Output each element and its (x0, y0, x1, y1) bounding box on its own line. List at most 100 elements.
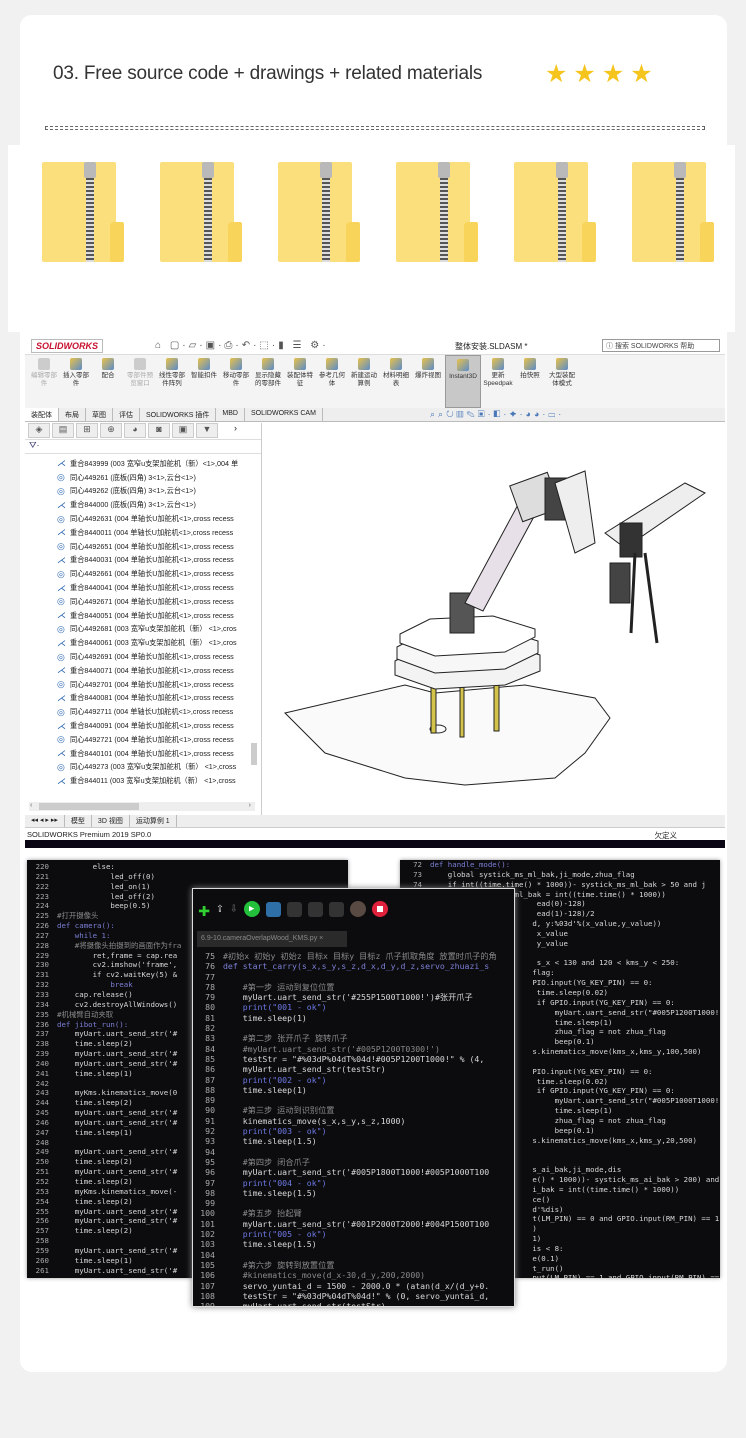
tree-item[interactable]: ◎ 同心4492711 (004 单轴长U加舵机<1>,cross recess (25, 705, 255, 719)
zip-folder-icon[interactable] (278, 162, 360, 262)
ribbon-label: 拍快照 (520, 372, 540, 379)
stop-icon[interactable] (371, 901, 388, 917)
tree-item[interactable]: ⋌ 重合8440081 (004 单轴长U加舵机<1>,cross recess (25, 692, 255, 706)
tree-item[interactable]: ⋌ 重合844000 (底板(四角) 3<1>,云台<1>) (25, 498, 255, 512)
command-tab[interactable]: MBD (216, 408, 245, 421)
tree-item[interactable]: ⋌ 重合843999 (003 宽窄u支架加舵机（新）<1>,004 单 (25, 457, 255, 471)
tree-item[interactable]: ⋌ 重合8440031 (004 单轴长U加舵机<1>,cross recess (25, 554, 255, 568)
ribbon-button[interactable]: 拍快照 (515, 355, 545, 408)
ribbon-button[interactable]: 编辑零部件 (29, 355, 59, 408)
vertical-scrollbar[interactable] (251, 743, 257, 765)
ribbon-label: 材料明细表 (383, 372, 409, 387)
command-tab[interactable]: SOLIDWORKS CAM (245, 408, 323, 421)
ribbon-button[interactable]: 配合 (93, 355, 123, 408)
property-icon[interactable]: ▤ (52, 423, 74, 438)
horizontal-scrollbar[interactable]: ‹ › (29, 802, 255, 811)
code-text: myUart.uart_send_str('# (57, 1108, 178, 1118)
bottom-tab[interactable]: 模型 (65, 815, 92, 827)
display-icon[interactable]: ◕ (124, 423, 146, 438)
tree-item[interactable]: ⋌ 重合8440051 (004 单轴长U加舵机<1>,cross recess (25, 609, 255, 623)
folder-pull (556, 162, 568, 178)
tree-item[interactable]: ⋌ 重合8440061 (003 宽窄u支架加舵机（新） <1>,cros (25, 636, 255, 650)
view-toolbar[interactable]: ⌕⌕↻▥✎▣·◧·✦·◕◕·▭· (430, 409, 564, 420)
tool-icon[interactable]: ▼ (196, 423, 218, 438)
line-number: 88 (205, 1084, 215, 1095)
cam-tree-icon[interactable]: ▣ (172, 423, 194, 438)
code-text: def handle_mode(): (430, 860, 511, 869)
tree-item[interactable]: ◎ 同心4492631 (004 单轴长U加舵机<1>,cross recess (25, 512, 255, 526)
ribbon-button[interactable]: 参考几何体 (317, 355, 347, 408)
nav-arrows[interactable]: ◂◂ ◂ ▸ ▸▸ (25, 815, 65, 827)
solidworks-logo[interactable]: SOLIDWORKS (31, 339, 103, 353)
command-tab[interactable]: 评估 (113, 408, 140, 421)
help-search-input[interactable]: ⓘ 搜索 SOLIDWORKS 帮助 (602, 339, 720, 352)
tree-item[interactable]: ⋌ 重合8440101 (004 单轴长U加舵机<1>,cross recess (25, 747, 255, 761)
ribbon-button[interactable]: 更新Speedpak (483, 355, 513, 408)
ribbon-button[interactable]: 材料明细表 (381, 355, 411, 408)
file-tab[interactable]: 6.9-10.cameraOverlapWood_KMS.py × (197, 931, 347, 947)
tree-item-label: 同心4492711 (004 单轴长U加舵机<1>,cross recess (70, 707, 234, 717)
tree-item[interactable]: ◎ 同心4492651 (004 单轴长U加舵机<1>,cross recess (25, 540, 255, 554)
new-file-icon[interactable]: ✚ (198, 899, 210, 920)
tree-item[interactable]: ◎ 同心449273 (003 宽窄u支架加舵机（新） <1>,cross (25, 761, 255, 775)
zip-folder-icon[interactable] (514, 162, 596, 262)
ribbon-label: 配合 (101, 372, 115, 379)
tree-item[interactable]: ⋌ 重合8440071 (004 单轴长U加舵机<1>,cross recess (25, 664, 255, 678)
ribbon-button[interactable]: 智能扣件 (189, 355, 219, 408)
folder-body (514, 162, 588, 262)
tree-item[interactable]: ◎ 同心4492681 (003 宽窄u支架加舵机（新） <1>,cros (25, 623, 255, 637)
tree-item[interactable]: ⋌ 重合8440041 (004 单轴长U加舵机<1>,cross recess (25, 581, 255, 595)
ribbon-button[interactable]: 大型装配体模式 (547, 355, 577, 408)
zip-folder-icon[interactable] (42, 162, 124, 262)
zip-folder-icon[interactable] (632, 162, 714, 262)
zip-folder-icon[interactable] (160, 162, 242, 262)
download-icon[interactable]: ⇩ (230, 902, 238, 915)
command-tab[interactable]: 装配体 (25, 408, 59, 421)
tree-item[interactable]: ⋌ 重合8440011 (004 单轴长U加舵机<1>,cross recess (25, 526, 255, 540)
solidworks-window: SOLIDWORKS ⌂ ▢·▱·▣·⎙·↶·⬚·▮ ☰ ⚙· 整体安装.SLD… (25, 337, 725, 848)
quick-access-toolbar[interactable]: ⌂ ▢·▱·▣·⎙·↶·⬚·▮ ☰ ⚙· (155, 340, 329, 351)
cam-icon[interactable]: ◙ (148, 423, 170, 438)
zip-folder-icon[interactable] (396, 162, 478, 262)
code-lines: 75 #初始x 初始y 初始z 目标x 目标y 目标z 爪子抓取角度 放置时爪子的… (193, 951, 514, 1306)
ribbon-button[interactable]: 移动零部件 (221, 355, 251, 408)
tree-item[interactable]: ◎ 同心4492691 (004 单轴长U加舵机<1>,cross recess (25, 650, 255, 664)
chevron-right-icon[interactable]: › (234, 423, 237, 439)
3d-viewport[interactable] (265, 423, 725, 815)
line-number: 252 (35, 1177, 49, 1186)
filter-icon[interactable]: ⛛· (25, 440, 261, 454)
command-tab[interactable]: 布局 (59, 408, 86, 421)
command-tab[interactable]: 草图 (86, 408, 113, 421)
tree-item[interactable]: ◎ 同心4492701 (004 单轴长U加舵机<1>,cross recess (25, 678, 255, 692)
tree-item[interactable]: ⋌ 重合844011 (003 宽窄u支架加舵机（新） <1>,cross (25, 774, 255, 788)
code-line: 99 (193, 1198, 514, 1208)
tree-item[interactable]: ◎ 同心4492671 (004 单轴长U加舵机<1>,cross recess (25, 595, 255, 609)
ribbon-button[interactable]: 装配体特征 (285, 355, 315, 408)
line-number: 106 (200, 1270, 215, 1281)
tree-item[interactable]: ◎ 同心449261 (底板(四角) 3<1>,云台<1>) (25, 471, 255, 485)
folder-flap (228, 222, 242, 262)
ribbon-button[interactable]: 插入零部件 (61, 355, 91, 408)
ribbon-button[interactable]: 线性零部件阵列 (157, 355, 187, 408)
tree-item[interactable]: ◎ 同心4492721 (004 单轴长U加舵机<1>,cross recess (25, 733, 255, 747)
command-tab[interactable]: SOLIDWORKS 插件 (140, 408, 217, 421)
line-number: 251 (35, 1167, 49, 1177)
tree-item[interactable]: ⋌ 重合8440091 (004 单轴长U加舵机<1>,cross recess (25, 719, 255, 733)
bottom-tab[interactable]: 运动算例 1 (130, 815, 177, 827)
ribbon-button[interactable]: Instant3D (445, 355, 481, 408)
ribbon-button[interactable]: 显示隐藏的零部件 (253, 355, 283, 408)
run-icon[interactable]: ▶ (243, 901, 260, 917)
config-icon[interactable]: ⊞ (76, 423, 98, 438)
console-icon[interactable] (265, 901, 281, 917)
ribbon-button[interactable]: 零部件预览窗口 (125, 355, 155, 408)
tree-item[interactable]: ◎ 同心4492661 (004 单轴长U加舵机<1>,cross recess (25, 567, 255, 581)
bottom-tab[interactable]: 3D 视图 (92, 815, 130, 827)
ribbon-button[interactable]: 爆炸视图 (413, 355, 443, 408)
tree-item[interactable]: ◎ 同心449262 (底板(四角) 3<1>,云台<1>) (25, 485, 255, 499)
line-number: 253 (35, 1186, 49, 1196)
dimxpert-icon[interactable]: ⊕ (100, 423, 122, 438)
tree-item-label: 同心4492631 (004 单轴长U加舵机<1>,cross recess (70, 514, 234, 524)
ribbon-button[interactable]: 新建运动算例 (349, 355, 379, 408)
upload-icon[interactable]: ⇪ (216, 902, 224, 915)
feature-tree-icon[interactable]: ◈ (28, 423, 50, 438)
